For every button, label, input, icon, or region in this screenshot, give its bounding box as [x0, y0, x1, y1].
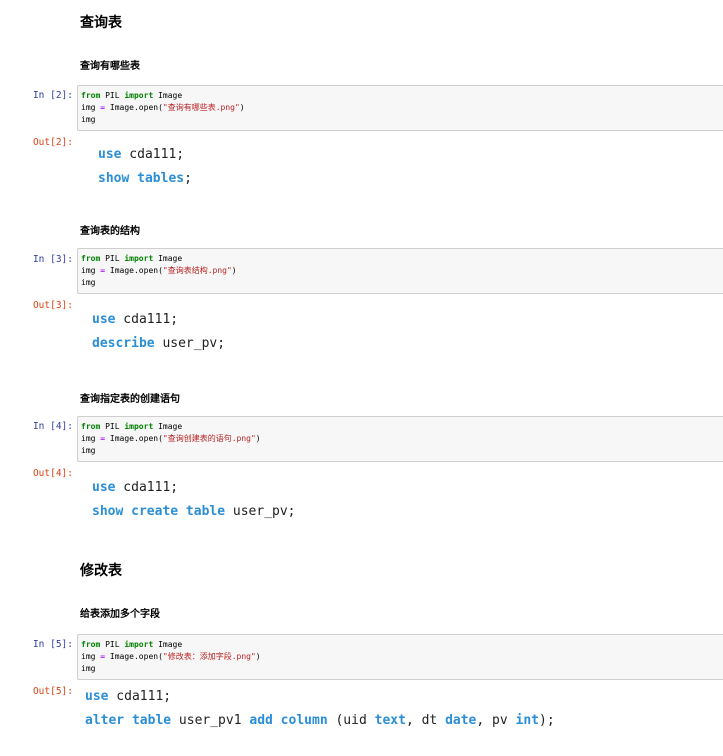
output-image-sql: use cda111; show create table user_pv;: [92, 476, 296, 524]
code-line: img: [81, 278, 96, 287]
output-image-sql: use cda111; alter table user_pv1 add col…: [85, 685, 555, 733]
output-image-sql: use cda111; describe user_pv;: [92, 308, 225, 356]
code-line: img = Image.open("修改表：添加字段.png"): [81, 652, 261, 661]
output-prompt: Out[2]:: [32, 137, 73, 148]
code-line: from PIL import Image: [81, 422, 183, 431]
code-cell[interactable]: from PIL import Image img = Image.open("…: [77, 248, 723, 294]
input-prompt: In [5]:: [32, 639, 73, 650]
sql-line: alter table user_pv1 add column (uid tex…: [85, 713, 555, 728]
sql-line: use cda111;: [85, 689, 172, 704]
output-prompt: Out[4]:: [32, 468, 73, 479]
section-heading-query-tables: 查询表: [80, 15, 122, 31]
sql-line: use cda111;: [98, 147, 185, 162]
code-cell[interactable]: from PIL import Image img = Image.open("…: [77, 634, 723, 680]
subheading-table-structure: 查询表的结构: [80, 226, 140, 237]
code-line: img: [81, 664, 96, 673]
code-line: img: [81, 115, 96, 124]
section-heading-alter-table: 修改表: [80, 563, 122, 579]
output-prompt: Out[3]:: [32, 300, 73, 311]
sql-line: describe user_pv;: [92, 336, 226, 351]
code-cell[interactable]: from PIL import Image img = Image.open("…: [77, 85, 723, 131]
output-prompt: Out[5]:: [32, 686, 73, 697]
sql-line: show tables;: [98, 171, 192, 186]
output-image-sql: use cda111; show tables;: [98, 143, 192, 191]
sql-line: use cda111;: [92, 480, 179, 495]
code-line: from PIL import Image: [81, 254, 183, 263]
subheading-list-tables: 查询有哪些表: [80, 61, 140, 72]
code-line: img = Image.open("查询有哪些表.png"): [81, 103, 245, 112]
input-prompt: In [2]:: [32, 90, 73, 101]
input-prompt: In [3]:: [32, 254, 73, 265]
subheading-add-columns: 给表添加多个字段: [80, 609, 160, 620]
sql-line: show create table user_pv;: [92, 504, 296, 519]
code-line: img: [81, 446, 96, 455]
code-line: img = Image.open("查询表结构.png"): [81, 266, 237, 275]
code-line: img = Image.open("查询创建表的语句.png"): [81, 434, 261, 443]
code-cell[interactable]: from PIL import Image img = Image.open("…: [77, 416, 723, 462]
subheading-create-statement: 查询指定表的创建语句: [80, 394, 180, 405]
sql-line: use cda111;: [92, 312, 179, 327]
input-prompt: In [4]:: [32, 421, 73, 432]
code-line: from PIL import Image: [81, 91, 183, 100]
code-line: from PIL import Image: [81, 640, 183, 649]
